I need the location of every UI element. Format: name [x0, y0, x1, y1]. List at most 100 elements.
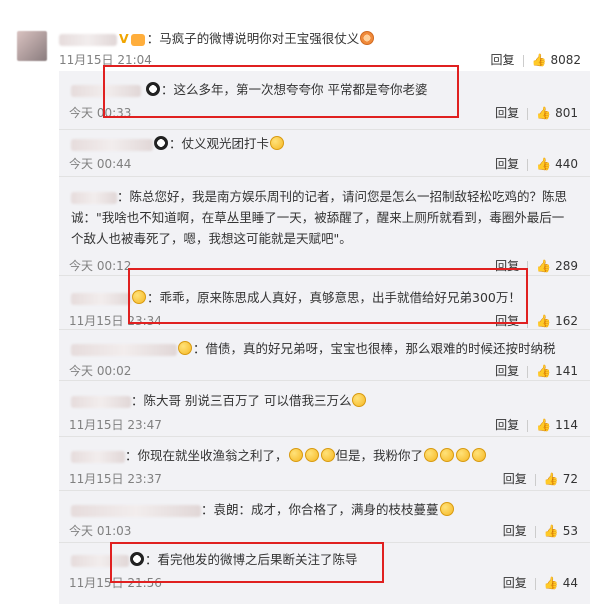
comment-actions: 回复 👍 8082	[490, 51, 581, 68]
reply-text: ：看完他发的微博之后果断关注了陈导	[71, 549, 358, 570]
blurred-username[interactable]	[71, 395, 131, 408]
panda-emoji-icon	[130, 552, 144, 566]
reply-text: ：陈大哥 别说三百万了 可以借我三万么	[71, 390, 367, 411]
top-comment: V ：马疯子的微博说明你对王宝强很仗义 11月15日 21:04 回复 👍 8082	[0, 0, 593, 70]
like-count: 440	[555, 157, 578, 171]
divider	[522, 54, 524, 67]
like-count: 114	[555, 418, 578, 432]
smile-emoji-icon	[424, 448, 439, 462]
divider	[534, 577, 536, 590]
like-count: 141	[555, 364, 578, 378]
blurred-username[interactable]	[71, 554, 129, 567]
reply-text: ：这么多年，第一次想夸夸你 平常都是夸你老婆	[71, 79, 427, 100]
vip-badge-icon	[130, 33, 145, 46]
reply-time: 11月15日 23:47	[69, 418, 162, 432]
reply-actions: 回复 👍 44	[503, 574, 578, 591]
smile-emoji-icon	[472, 448, 487, 462]
reply-actions: 回复 👍 53	[503, 522, 578, 539]
reply-button[interactable]: 回复	[495, 364, 519, 378]
reply-button[interactable]: 回复	[495, 314, 519, 328]
panda-emoji-icon	[154, 136, 168, 150]
smile-emoji-icon	[270, 136, 285, 150]
blurred-username[interactable]	[71, 504, 201, 517]
like-thumb-icon[interactable]: 👍	[536, 314, 551, 328]
like-thumb-icon[interactable]: 👍	[536, 106, 551, 120]
reply-time: 11月15日 23:37	[69, 472, 162, 486]
like-thumb-icon[interactable]: 👍	[536, 418, 551, 432]
reply-time: 11月15日 23:34	[69, 314, 162, 328]
divider	[527, 260, 529, 273]
blurred-username[interactable]	[71, 343, 177, 356]
like-thumb-icon[interactable]: 👍	[536, 364, 551, 378]
like-count: 72	[562, 472, 578, 486]
reply-button[interactable]: 回复	[503, 576, 527, 590]
reply-time: 今天 01:03	[69, 524, 132, 538]
reply-item: ：陈大哥 别说三百万了 可以借我三万么 11月15日 23:47 回复 👍 114	[59, 380, 590, 437]
divider	[534, 473, 536, 486]
reply-button[interactable]: 回复	[495, 259, 519, 273]
panda-emoji-icon	[145, 82, 160, 96]
reply-item: ：乖乖，原来陈思成人真好，真够意思，出手就借给好兄弟300万！ 11月15日 2…	[59, 275, 590, 330]
divider	[527, 107, 529, 120]
reply-actions: 回复 👍 72	[503, 470, 578, 487]
reply-text: ：仗义观光团打卡	[71, 133, 285, 154]
reply-button[interactable]: 回复	[490, 53, 514, 67]
divider	[534, 525, 536, 538]
reply-text: ：你现在就坐收渔翁之利了， 但是，我粉你了	[71, 445, 487, 466]
comment-text: ：马疯子的微博说明你对王宝强很仗义	[146, 31, 360, 46]
reply-item: ：仗义观光团打卡 今天 00:44 回复 👍 440	[59, 129, 590, 177]
like-count: 8082	[550, 53, 581, 67]
like-thumb-icon[interactable]: 👍	[536, 157, 551, 171]
reply-item: ：看完他发的微博之后果断关注了陈导 11月15日 21:56 回复 👍 44	[59, 542, 590, 604]
reply-item: ：陈总您好，我是南方娱乐周刊的记者，请问您是怎么一招制敌轻松吃鸡的？陈思 诚："…	[59, 176, 590, 276]
reply-item: ：借债，真的好兄弟呀，宝宝也很棒，那么艰难的时候还按时纳税 今天 00:02 回…	[59, 329, 590, 381]
comment-text-line: V ：马疯子的微博说明你对王宝强很仗义	[59, 28, 375, 47]
divider	[527, 315, 529, 328]
reply-text: ：乖乖，原来陈思成人真好，真够意思，出手就借给好兄弟300万！	[71, 287, 521, 308]
reply-time: 今天 00:02	[69, 364, 132, 378]
reply-actions: 回复 👍 440	[495, 155, 578, 172]
badge-emoji-icon	[132, 290, 146, 304]
like-thumb-icon[interactable]: 👍	[544, 472, 559, 486]
blurred-username[interactable]	[71, 191, 117, 204]
reply-button[interactable]: 回复	[503, 524, 527, 538]
like-thumb-icon[interactable]: 👍	[544, 576, 559, 590]
reply-actions: 回复 👍 141	[495, 362, 578, 379]
reply-button[interactable]: 回复	[503, 472, 527, 486]
reply-item: ：这么多年，第一次想夸夸你 平常都是夸你老婆 今天 00:33 回复 👍 801	[59, 71, 590, 130]
reply-item: ：袁朗：成才，你合格了，满身的枝枝蔓蔓 今天 01:03 回复 👍 53	[59, 490, 590, 543]
verified-v-icon: V	[119, 31, 129, 46]
laugh-emoji-icon	[439, 502, 454, 516]
reply-text: ：袁朗：成才，你合格了，满身的枝枝蔓蔓	[71, 499, 455, 520]
like-count: 162	[555, 314, 578, 328]
smile-emoji-icon	[440, 448, 455, 462]
blurred-username[interactable]	[71, 292, 131, 305]
laugh-cry-emoji-icon	[304, 448, 319, 462]
like-thumb-icon[interactable]: 👍	[544, 524, 559, 538]
divider	[527, 158, 529, 171]
like-count: 801	[555, 106, 578, 120]
reply-item: ：你现在就坐收渔翁之利了， 但是，我粉你了 11月15日 23:37 回复 👍 72	[59, 436, 590, 491]
reply-actions: 回复 👍 162	[495, 312, 578, 329]
replies-panel: ：这么多年，第一次想夸夸你 平常都是夸你老婆 今天 00:33 回复 👍 801 ：…	[59, 71, 590, 604]
blurred-username[interactable]	[71, 138, 153, 151]
reply-button[interactable]: 回复	[495, 157, 519, 171]
like-count: 44	[562, 576, 578, 590]
blurred-username[interactable]	[71, 450, 125, 463]
fist-emoji-icon	[360, 31, 375, 45]
reply-text: ：借债，真的好兄弟呀，宝宝也很棒，那么艰难的时候还按时纳税	[71, 338, 556, 359]
avatar[interactable]	[17, 31, 47, 61]
blurred-username[interactable]	[59, 33, 117, 46]
reply-button[interactable]: 回复	[495, 418, 519, 432]
reply-button[interactable]: 回复	[495, 106, 519, 120]
reply-actions: 回复 👍 289	[495, 257, 578, 274]
like-thumb-icon[interactable]: 👍	[536, 259, 551, 273]
reply-time: 今天 00:44	[69, 157, 132, 171]
blurred-username[interactable]	[71, 84, 141, 97]
like-thumb-icon[interactable]: 👍	[532, 53, 547, 67]
divider	[527, 419, 529, 432]
like-count: 289	[555, 259, 578, 273]
reply-actions: 回复 👍 801	[495, 104, 578, 121]
comment-time: 11月15日 21:04	[59, 53, 152, 67]
smile-emoji-icon	[352, 393, 367, 407]
